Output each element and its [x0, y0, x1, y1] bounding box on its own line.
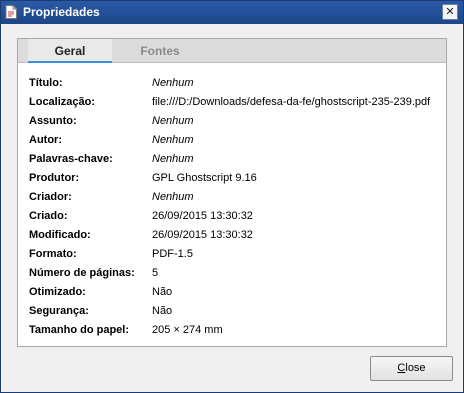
property-value: 26/09/2015 13:30:32 [152, 210, 253, 222]
property-label: Assunto: [29, 115, 77, 127]
property-label: Título: [29, 77, 63, 89]
property-value: 26/09/2015 13:30:32 [152, 229, 253, 241]
title-bar[interactable]: Propriedades ✕ [1, 1, 463, 24]
properties-dialog: Propriedades ✕ Geral Fontes Título: Nenh… [0, 0, 464, 393]
property-label: Autor: [29, 134, 62, 146]
property-label: Otimizado: [29, 286, 86, 298]
property-label: Criador: [29, 191, 72, 203]
property-label: Modificado: [29, 229, 91, 241]
window-title: Propriedades [23, 5, 100, 19]
property-label: Segurança: [29, 305, 89, 317]
close-button-label: lose [405, 362, 426, 374]
property-value: Não [152, 305, 173, 317]
property-value: Nenhum [152, 77, 194, 89]
property-label: Criado: [29, 210, 68, 222]
property-value: 5 [152, 267, 159, 279]
property-value: Nenhum [152, 191, 194, 203]
property-label: Palavras-chave: [29, 153, 113, 165]
close-icon[interactable]: ✕ [442, 4, 458, 20]
property-value: Nenhum [152, 115, 194, 127]
property-value: PDF-1.5 [152, 248, 193, 260]
document-icon [5, 5, 17, 19]
property-value: GPL Ghostscript 9.16 [152, 172, 257, 184]
property-label: Formato: [29, 248, 77, 260]
properties-panel: Geral Fontes Título: Nenhum Localização:… [17, 38, 447, 347]
tab-geral[interactable]: Geral [28, 39, 112, 63]
property-value: Nenhum [152, 134, 194, 146]
property-value: Nenhum [152, 153, 194, 165]
property-label: Número de páginas: [29, 267, 135, 279]
tab-bar: Geral Fontes [18, 39, 446, 63]
close-button[interactable]: Close [370, 356, 453, 381]
property-value: Não [152, 286, 173, 298]
tab-fontes[interactable]: Fontes [118, 39, 202, 63]
property-label: Produtor: [29, 172, 80, 184]
property-label: Tamanho do papel: [29, 324, 130, 336]
property-label: Localização: [29, 96, 96, 108]
property-value: 205 × 274 mm [152, 324, 223, 336]
property-value: file:///D:/Downloads/defesa-da-fe/ghosts… [152, 96, 431, 108]
